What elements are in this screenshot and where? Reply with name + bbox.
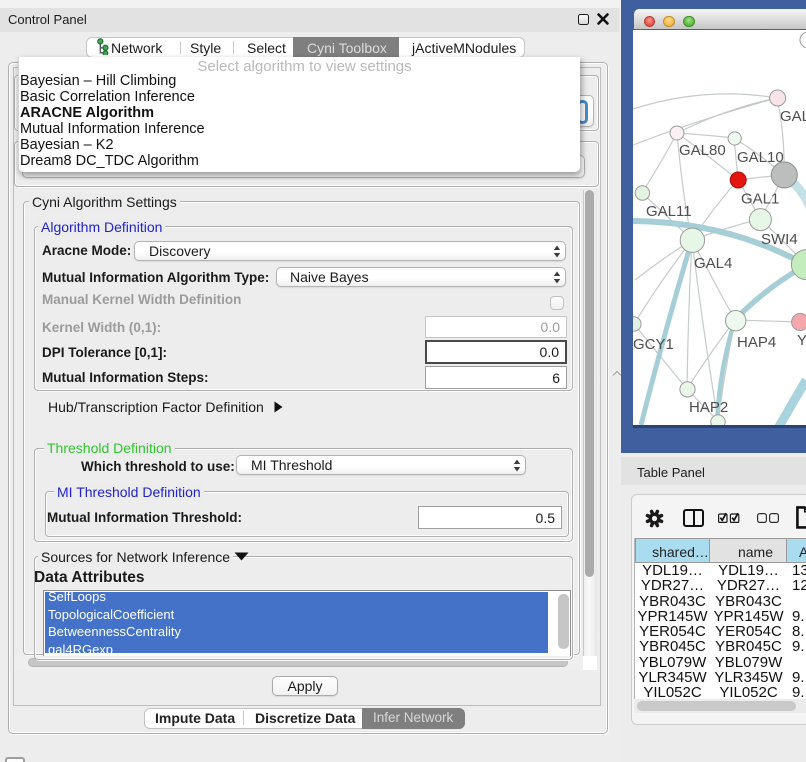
svg-text:GAL2: GAL2 xyxy=(780,108,806,125)
svg-text:GAL4: GAL4 xyxy=(694,255,732,272)
svg-text:HAP2: HAP2 xyxy=(689,399,728,416)
svg-text:GAL80: GAL80 xyxy=(679,142,726,159)
svg-text:GAL1: GAL1 xyxy=(741,191,779,208)
svg-text:GAL11: GAL11 xyxy=(646,203,692,220)
svg-text:SWI4: SWI4 xyxy=(761,231,798,248)
svg-text:GCY1: GCY1 xyxy=(633,336,674,353)
svg-text:YJ: YJ xyxy=(797,332,806,349)
svg-text:HAP4: HAP4 xyxy=(737,334,776,351)
svg-text:GAL10: GAL10 xyxy=(737,149,784,166)
